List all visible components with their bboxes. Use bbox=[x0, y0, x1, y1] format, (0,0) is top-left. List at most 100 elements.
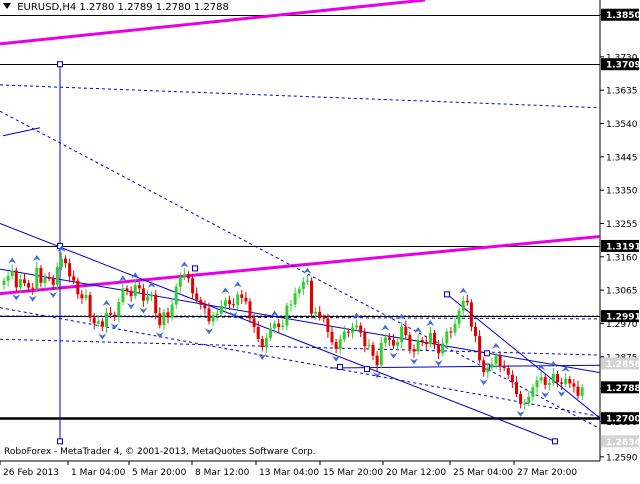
price-chart[interactable]: 1.38501.37301.36351.35401.34451.33501.32… bbox=[0, 0, 640, 480]
candle-body bbox=[219, 305, 223, 314]
candle-body bbox=[96, 321, 100, 324]
x-tick-label: 8 Mar 12:00 bbox=[195, 468, 250, 478]
candle-body bbox=[92, 317, 96, 324]
candle-body bbox=[498, 355, 502, 367]
copyright-text: RoboForex - MetaTrader 4, © 2001-2013, M… bbox=[4, 447, 316, 457]
candle-body bbox=[109, 312, 113, 315]
candle-body bbox=[539, 377, 543, 381]
symbol-timeframe: EURUSD,H4 bbox=[17, 2, 77, 13]
candle-body bbox=[277, 323, 281, 327]
candle-body bbox=[117, 302, 121, 317]
price-label-text: 1.3850 bbox=[606, 11, 640, 21]
candle-body bbox=[84, 295, 88, 299]
candle-body bbox=[150, 294, 154, 297]
candle-body bbox=[240, 294, 244, 298]
candle-body bbox=[137, 285, 141, 289]
candle-body bbox=[203, 304, 207, 309]
candle-body bbox=[387, 337, 391, 340]
candle-body bbox=[543, 377, 547, 385]
candle-body bbox=[461, 300, 465, 311]
candle-body bbox=[338, 339, 342, 349]
candle-body bbox=[535, 380, 539, 388]
anchor-marker bbox=[192, 265, 198, 272]
anchor-marker bbox=[444, 291, 450, 298]
candle-body bbox=[170, 304, 174, 318]
candle-body bbox=[76, 280, 80, 295]
candle-body bbox=[457, 310, 461, 324]
candle-body bbox=[453, 323, 457, 333]
candle-body bbox=[289, 304, 293, 306]
candle-body bbox=[310, 280, 313, 314]
candle-body bbox=[236, 294, 240, 305]
candle-body bbox=[318, 311, 322, 318]
candle-body bbox=[129, 290, 133, 297]
candle-body bbox=[207, 308, 211, 322]
candle-body bbox=[474, 326, 477, 337]
candle-body bbox=[72, 276, 76, 281]
x-tick-label: 5 Mar 20:00 bbox=[132, 468, 187, 478]
candle-body bbox=[515, 382, 518, 394]
candle-body bbox=[113, 314, 117, 317]
candle-body bbox=[322, 317, 326, 319]
candle-body bbox=[285, 305, 289, 326]
candle-body bbox=[2, 280, 6, 285]
price-label-text: 1.2788 bbox=[606, 384, 640, 394]
chart-menu-triangle-icon[interactable] bbox=[3, 3, 11, 9]
candle-body bbox=[301, 281, 305, 290]
candle-body bbox=[334, 342, 338, 349]
candle-body bbox=[199, 299, 203, 305]
candle-body bbox=[400, 326, 404, 343]
candle-body bbox=[10, 270, 14, 277]
candle-body bbox=[105, 312, 108, 327]
candle-body bbox=[486, 367, 490, 373]
candle-body bbox=[428, 332, 432, 345]
candle-body bbox=[305, 280, 309, 282]
candle-body bbox=[383, 337, 387, 343]
candle-body bbox=[355, 325, 359, 328]
candle-body bbox=[55, 266, 59, 285]
candle-body bbox=[412, 349, 416, 352]
chart-window[interactable]: 1.38501.37301.36351.35401.34451.33501.32… bbox=[0, 0, 640, 480]
candle-body bbox=[437, 344, 441, 354]
candle-body bbox=[64, 258, 67, 264]
candle-body bbox=[141, 288, 145, 301]
candle-body bbox=[256, 326, 260, 339]
candle-body bbox=[416, 339, 420, 352]
x-tick-label: 13 Mar 04:00 bbox=[259, 468, 319, 478]
anchor-marker bbox=[364, 366, 370, 373]
candle-body bbox=[248, 301, 252, 319]
candle-body bbox=[433, 332, 436, 345]
candle-body bbox=[158, 313, 162, 326]
candle-body bbox=[346, 331, 350, 333]
candle-body bbox=[121, 288, 125, 303]
candle-body bbox=[445, 331, 449, 344]
y-tick-label: 1.3160 bbox=[606, 253, 638, 263]
candle-body bbox=[166, 312, 170, 318]
candle-body bbox=[27, 283, 31, 288]
candle-body bbox=[469, 302, 473, 327]
candle-body bbox=[43, 277, 47, 283]
candle-body bbox=[68, 263, 72, 277]
candle-body bbox=[187, 274, 190, 279]
candle-body bbox=[572, 383, 576, 387]
candle-body bbox=[195, 293, 199, 300]
candle-body bbox=[424, 341, 428, 345]
candle-body bbox=[182, 274, 186, 277]
y-tick-label: 1.3065 bbox=[606, 287, 638, 297]
candle-body bbox=[51, 278, 55, 285]
candle-body bbox=[269, 328, 272, 338]
price-label-text: 1.3709 bbox=[606, 61, 640, 71]
anchor-marker bbox=[552, 438, 558, 445]
price-label-text: 1.2634 bbox=[606, 438, 640, 448]
candle-body bbox=[297, 289, 301, 294]
candle-body bbox=[264, 337, 268, 347]
candle-body bbox=[35, 268, 39, 289]
candle-body bbox=[162, 312, 166, 326]
candle-body bbox=[223, 300, 227, 306]
candle-body bbox=[506, 368, 510, 375]
candle-body bbox=[556, 373, 559, 383]
candle-body bbox=[478, 336, 482, 361]
candle-body bbox=[228, 300, 231, 305]
candle-body bbox=[363, 332, 367, 347]
candle-body bbox=[502, 366, 506, 369]
